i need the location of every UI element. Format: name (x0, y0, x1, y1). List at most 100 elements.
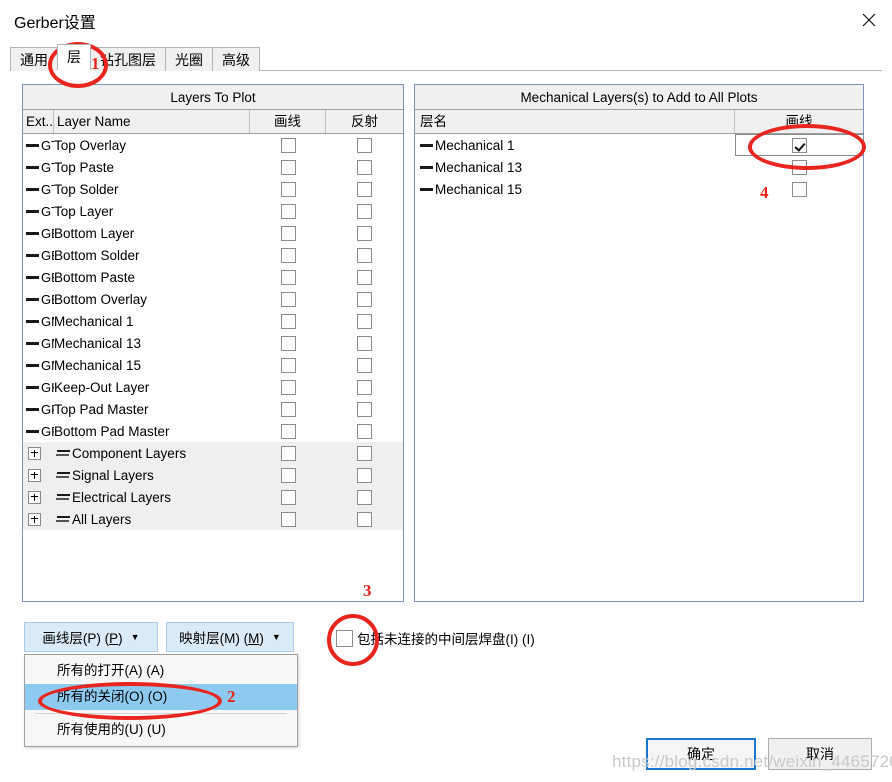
table-row[interactable]: GTSTop Solder (23, 178, 403, 200)
plot-checkbox[interactable] (280, 335, 296, 351)
mirror-checkbox[interactable] (357, 291, 372, 307)
column-header-layer-name[interactable]: Layer Name (54, 110, 250, 133)
cell-mirror[interactable] (326, 288, 403, 310)
table-row[interactable]: Electrical Layers (23, 486, 403, 508)
column-header-mirror[interactable]: 反射 (326, 110, 403, 133)
mirror-checkbox[interactable] (357, 489, 372, 505)
cell-mirror[interactable] (326, 398, 403, 420)
tab-4[interactable]: 高级 (212, 47, 260, 71)
mirror-checkbox[interactable] (357, 247, 372, 263)
mirror-checkbox[interactable] (357, 313, 372, 329)
cell-plot[interactable] (735, 178, 863, 200)
plot-checkbox[interactable] (280, 357, 296, 373)
mirror-checkbox[interactable] (357, 467, 372, 483)
table-row[interactable]: GPBBottom Pad Master (23, 420, 403, 442)
table-row[interactable]: GM1Mechanical 1 (23, 310, 403, 332)
cell-plot[interactable] (250, 486, 326, 508)
table-row[interactable]: GBLBottom Layer (23, 222, 403, 244)
plot-checkbox[interactable] (280, 247, 296, 263)
include-unconnected-pads-row[interactable]: 包括未连接的中间层焊盘(I) (I) (336, 628, 535, 648)
cell-plot[interactable] (250, 200, 326, 222)
tab-0[interactable]: 通用 (10, 47, 58, 71)
cell-plot[interactable] (250, 354, 326, 376)
cell-plot[interactable] (250, 420, 326, 442)
mirror-checkbox[interactable] (357, 379, 372, 395)
cell-plot[interactable] (735, 156, 863, 178)
plot-layers-dropdown-menu[interactable]: 所有的打开(A) (A) 所有的关闭(O) (O) 所有使用的(U) (U) (24, 654, 298, 747)
cancel-button[interactable]: 取消 (768, 738, 872, 770)
cell-mirror[interactable] (326, 134, 403, 156)
plot-checkbox[interactable] (280, 181, 296, 197)
cell-mirror[interactable] (326, 376, 403, 398)
mirror-checkbox[interactable] (357, 269, 372, 285)
cell-mirror[interactable] (326, 332, 403, 354)
mirror-checkbox[interactable] (357, 203, 372, 219)
cell-mirror[interactable] (326, 310, 403, 332)
tab-2[interactable]: 钻孔图层 (90, 47, 166, 71)
table-row[interactable]: Component Layers (23, 442, 403, 464)
plot-checkbox[interactable] (280, 379, 296, 395)
tab-1[interactable]: 层 (57, 44, 91, 71)
table-row[interactable]: Signal Layers (23, 464, 403, 486)
expand-plus-icon[interactable] (28, 446, 41, 460)
layers-to-plot-list[interactable]: GTOTop OverlayGTPTop PasteGTSTop SolderG… (23, 134, 403, 600)
cell-mirror[interactable] (326, 508, 403, 530)
column-header-layer-name-cn[interactable]: 层名 (415, 110, 735, 133)
column-header-ext[interactable]: Ext... (23, 110, 54, 133)
expand-plus-icon[interactable] (28, 512, 41, 526)
mirror-checkbox[interactable] (357, 225, 372, 241)
cell-plot[interactable] (250, 310, 326, 332)
plot-checkbox[interactable] (280, 401, 296, 417)
cell-plot[interactable] (250, 222, 326, 244)
table-row[interactable]: Mechanical 15 (415, 178, 863, 200)
plot-checkbox[interactable] (280, 445, 296, 461)
mirror-checkbox[interactable] (357, 137, 372, 153)
plot-checkbox[interactable] (280, 467, 296, 483)
cell-plot[interactable] (250, 376, 326, 398)
column-header-plot[interactable]: 画线 (250, 110, 326, 133)
plot-checkbox[interactable] (280, 313, 296, 329)
plot-checkbox[interactable] (280, 137, 296, 153)
table-row[interactable]: All Layers (23, 508, 403, 530)
table-row[interactable]: GTLTop Layer (23, 200, 403, 222)
column-header-plot-cn[interactable]: 画线 (735, 110, 863, 133)
cell-mirror[interactable] (326, 486, 403, 508)
cell-plot[interactable] (250, 178, 326, 200)
cell-plot[interactable] (250, 398, 326, 420)
table-row[interactable]: GPTTop Pad Master (23, 398, 403, 420)
mirror-checkbox[interactable] (357, 445, 372, 461)
cell-plot[interactable] (250, 508, 326, 530)
cell-mirror[interactable] (326, 442, 403, 464)
mirror-checkbox[interactable] (357, 511, 372, 527)
cell-plot[interactable] (735, 134, 863, 156)
table-row[interactable]: GBPBottom Paste (23, 266, 403, 288)
cell-mirror[interactable] (326, 354, 403, 376)
table-row[interactable]: GTOTop Overlay (23, 134, 403, 156)
mirror-checkbox[interactable] (357, 181, 372, 197)
close-button[interactable] (846, 0, 892, 40)
cell-plot[interactable] (250, 244, 326, 266)
expand-plus-icon[interactable] (28, 468, 41, 482)
plot-checkbox[interactable] (280, 269, 296, 285)
plot-checkbox[interactable] (280, 159, 296, 175)
cell-plot[interactable] (250, 134, 326, 156)
cell-mirror[interactable] (326, 200, 403, 222)
cell-mirror[interactable] (326, 244, 403, 266)
menu-item-0[interactable]: 所有的打开(A) (A) (25, 658, 297, 684)
tab-3[interactable]: 光圈 (165, 47, 213, 71)
plot-checkbox[interactable] (280, 423, 296, 439)
plot-checkbox[interactable] (280, 291, 296, 307)
mirror-layers-dropdown-button[interactable]: 映射层(M) (M) ▼ (166, 622, 294, 652)
mechanical-layers-list[interactable]: Mechanical 1 Mechanical 13 Mechanical 15 (415, 134, 863, 600)
cell-plot[interactable] (250, 266, 326, 288)
plot-checkbox[interactable] (280, 489, 296, 505)
plot-checkbox[interactable] (280, 203, 296, 219)
mirror-checkbox[interactable] (357, 159, 372, 175)
cell-plot[interactable] (250, 332, 326, 354)
plot-layers-dropdown-button[interactable]: 画线层(P) (P) ▼ (24, 622, 158, 652)
plot-checkbox[interactable] (792, 137, 807, 153)
cell-mirror[interactable] (326, 178, 403, 200)
plot-checkbox[interactable] (280, 225, 296, 241)
table-row[interactable]: GM13Mechanical 13 (23, 332, 403, 354)
cell-plot[interactable] (250, 442, 326, 464)
